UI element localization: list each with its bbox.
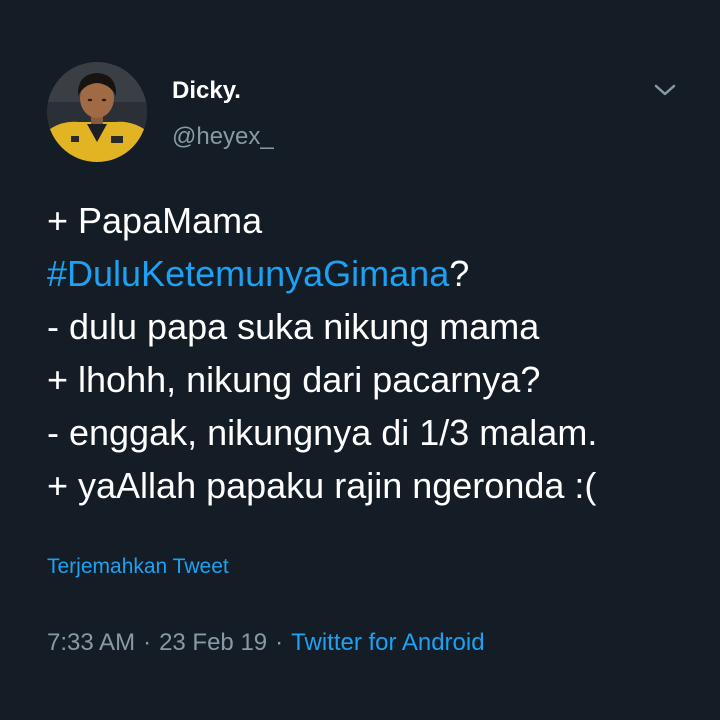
hashtag-link[interactable]: #DuluKetemunyaGimana bbox=[47, 253, 449, 294]
tweet-line-3: - dulu papa suka nikung mama bbox=[47, 306, 540, 347]
meta-separator: · bbox=[275, 629, 284, 656]
chevron-down-icon bbox=[654, 84, 676, 96]
tweet-metadata: 7:33 AM · 23 Feb 19 · Twitter for Android bbox=[47, 628, 485, 658]
tweet-time: 7:33 AM bbox=[47, 629, 136, 656]
author-handle[interactable]: @heyex_ bbox=[172, 122, 274, 152]
tweet-text: + PapaMama #DuluKetemunyaGimana? - dulu … bbox=[47, 194, 697, 512]
tweet-date: 23 Feb 19 bbox=[159, 629, 268, 656]
tweet-line-6: + yaAllah papaku rajin ngeronda :( bbox=[47, 465, 597, 506]
avatar-image bbox=[47, 62, 147, 162]
tweet-line-2: #DuluKetemunyaGimana? bbox=[47, 247, 697, 300]
translate-tweet-link[interactable]: Terjemahkan Tweet bbox=[47, 554, 229, 580]
tweet-card: Dicky. @heyex_ + PapaMama #DuluKetemunya… bbox=[0, 0, 720, 720]
hashtag-suffix: ? bbox=[449, 253, 470, 294]
tweet-line-5: - enggak, nikungnya di 1/3 malam. bbox=[47, 412, 598, 453]
author-display-name[interactable]: Dicky. bbox=[172, 76, 241, 106]
author-avatar[interactable] bbox=[47, 62, 147, 162]
tweet-source-link[interactable]: Twitter for Android bbox=[291, 629, 484, 656]
tweet-line-4: + lhohh, nikung dari pacarnya? bbox=[47, 359, 541, 400]
tweet-line-1: + PapaMama bbox=[47, 200, 263, 241]
tweet-menu-button[interactable] bbox=[650, 78, 680, 102]
meta-separator: · bbox=[143, 629, 152, 656]
